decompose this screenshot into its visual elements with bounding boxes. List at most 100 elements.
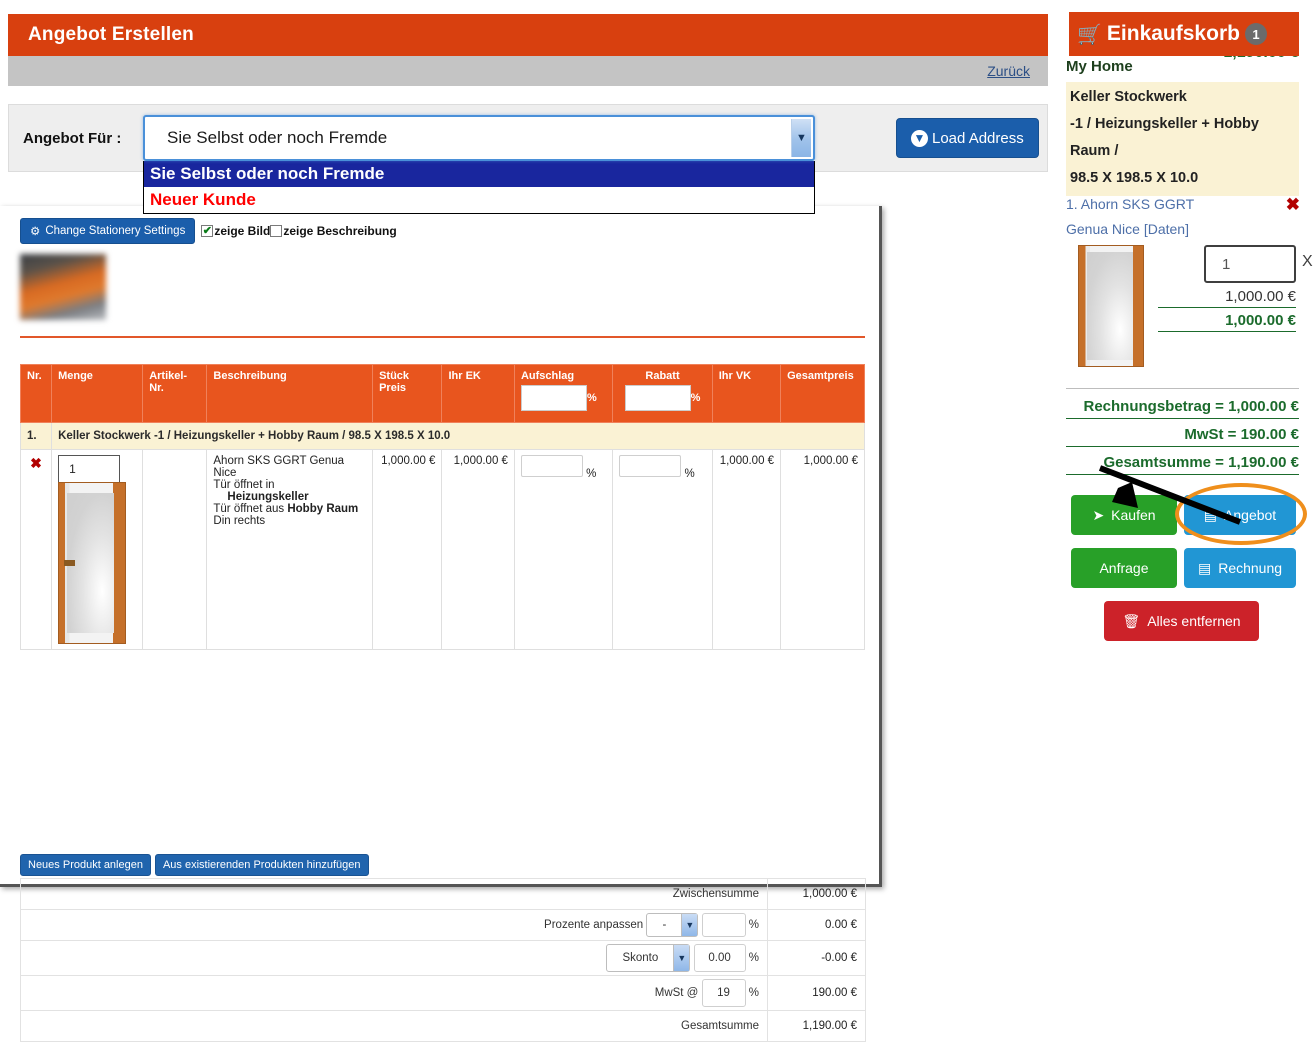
- percent-sign: %: [586, 468, 597, 480]
- chevron-down-icon[interactable]: ▼: [791, 119, 811, 157]
- header-aufschlag-input[interactable]: [520, 385, 587, 411]
- invoice-button-label: Rechnung: [1218, 560, 1283, 576]
- recipient-label: Angebot Für :: [23, 129, 122, 147]
- line-items-table: Nr. Menge Artikel-Nr. Beschreibung Stück…: [19, 364, 865, 650]
- summary-table: Zwischensumme 1,000.00 € Prozente anpass…: [20, 878, 866, 1042]
- percent-adjust-select[interactable]: - ▼: [646, 913, 699, 937]
- row-aufschlag-input[interactable]: [520, 455, 583, 477]
- summary-row-skonto: Skonto ▼ 0.00 % -0.00 €: [20, 940, 866, 976]
- cart-net-total: Rechnungsbetrag = 1,000.00 €: [1066, 398, 1299, 419]
- product-action-buttons: Neues Produkt anlegen Aus existierenden …: [20, 854, 369, 876]
- col-rabatt: Rabatt %: [612, 364, 713, 423]
- show-image-checkbox[interactable]: ✔ zeige Bild: [201, 224, 270, 238]
- document-preview-panel: ⚙ Change Stationery Settings ✔ zeige Bil…: [0, 206, 882, 1042]
- cart-item-line-total: 1,000.00 €: [1158, 312, 1296, 332]
- quote-button[interactable]: ▤ Angebot: [1184, 495, 1296, 535]
- change-stationery-settings-button[interactable]: ⚙ Change Stationery Settings: [20, 218, 196, 244]
- inquiry-button[interactable]: Anfrage: [1071, 548, 1177, 588]
- recipient-select-wrapper: Sie Selbst oder noch Fremde ▼ Sie Selbst…: [143, 115, 815, 214]
- percent-sign: %: [690, 391, 701, 404]
- main-content-column: Angebot Erstellen Zurück Angebot Für : S…: [0, 0, 1055, 1042]
- summary-row-total: Gesamtsumme 1,190.00 €: [20, 1010, 866, 1042]
- show-image-label: zeige Bild: [214, 224, 271, 238]
- col-ihr-ek: Ihr EK: [441, 364, 515, 423]
- menge-input[interactable]: 1: [58, 455, 121, 483]
- add-existing-product-button[interactable]: Aus existierenden Produkten hinzufügen: [154, 854, 369, 876]
- recipient-select[interactable]: Sie Selbst oder noch Fremde ▼: [143, 115, 815, 161]
- desc-line-5: Din rechts: [213, 515, 266, 527]
- chevron-down-icon: ▼: [673, 945, 690, 971]
- trash-icon: 🗑: [1122, 612, 1141, 629]
- change-stationery-settings-label: Change Stationery Settings: [45, 225, 186, 237]
- clear-all-button[interactable]: 🗑 Alles entfernen: [1104, 601, 1259, 641]
- col-stueck-preis-l2: Preis: [379, 382, 406, 394]
- document-lines-icon: ▤: [1203, 506, 1218, 523]
- cart-item-unit-price: 1,000.00 €: [1158, 288, 1296, 308]
- desc-line-4: Tür öffnet aus Hobby Raum: [213, 503, 366, 515]
- percent-adjust-input[interactable]: [701, 913, 746, 937]
- company-logo: [20, 254, 106, 320]
- checkbox-checked-icon: ✔: [201, 224, 214, 237]
- summary-row-vat: MwSt @ 19 % 190.00 €: [20, 975, 866, 1011]
- col-beschreibung: Beschreibung: [206, 364, 374, 423]
- option-neuer-kunde[interactable]: Neuer Kunde: [144, 187, 814, 213]
- percent-sign: %: [586, 391, 597, 404]
- cart-location-box: Keller Stockwerk -1 / Heizungskeller + H…: [1066, 82, 1299, 196]
- skonto-select-value: Skonto: [622, 952, 659, 964]
- show-description-checkbox[interactable]: zeige Beschreibung: [270, 224, 397, 238]
- shopping-cart-sidebar: 1,190.00 € 🛒 Einkaufskorb 1 My Home Kell…: [1062, 0, 1313, 887]
- summary-row-subtotal: Zwischensumme 1,000.00 €: [20, 878, 866, 910]
- header-rabatt-input[interactable]: [624, 385, 691, 411]
- cart-item-qty-input[interactable]: 1: [1204, 245, 1296, 283]
- back-link[interactable]: Zurück: [987, 63, 1030, 79]
- col-rabatt-label: Rabatt: [645, 370, 680, 382]
- cell-aufschlag: %: [513, 449, 614, 650]
- cell-gesamtpreis: 1,000.00 €: [780, 449, 865, 650]
- show-description-label: zeige Beschreibung: [283, 224, 397, 238]
- quote-button-label: Angebot: [1224, 507, 1277, 523]
- chevron-down-icon: ▼: [681, 914, 698, 936]
- cell-menge: 1: [51, 449, 144, 650]
- cart-item-title[interactable]: 1. Ahorn SKS GGRT Genua Nice [Daten]: [1066, 192, 1266, 242]
- invoice-button[interactable]: ▤ Rechnung: [1184, 548, 1296, 588]
- cart-item-thumbnail: [1078, 245, 1144, 367]
- col-artikel-nr: Artikel-Nr.: [142, 364, 208, 423]
- clear-all-label: Alles entfernen: [1147, 613, 1241, 629]
- divider: [20, 336, 865, 338]
- table-header-row: Nr. Menge Artikel-Nr. Beschreibung Stück…: [19, 364, 865, 423]
- skonto-input[interactable]: 0.00: [693, 944, 746, 972]
- subtotal-label: Zwischensumme: [20, 878, 768, 910]
- recipient-select-options[interactable]: Sie Selbst oder noch Fremde Neuer Kunde: [143, 161, 815, 214]
- inquiry-button-label: Anfrage: [1099, 560, 1149, 576]
- cell-stueck-preis: 1,000.00 €: [372, 449, 443, 650]
- percent-sign: %: [748, 952, 759, 965]
- vat-input[interactable]: 19: [701, 979, 746, 1007]
- row-rabatt-input[interactable]: [619, 455, 682, 477]
- page-title: Angebot Erstellen: [8, 14, 1048, 56]
- gear-icon: ⚙: [30, 226, 41, 238]
- cart-location-line-2: -1 / Heizungskeller + Hobby: [1070, 116, 1259, 132]
- cart-header: 🛒 Einkaufskorb 1: [1069, 12, 1299, 56]
- skonto-cell: Skonto ▼ 0.00 %: [20, 940, 768, 976]
- delete-row-icon[interactable]: ✖: [30, 455, 42, 471]
- multiply-sign: X: [1302, 253, 1313, 270]
- cell-ihr-vk: 1,000.00 €: [711, 449, 782, 650]
- col-stueck-preis-l1: Stück: [379, 370, 410, 382]
- load-address-button[interactable]: ▼ Load Address: [896, 118, 1039, 158]
- percent-adjust-label: Prozente anpassen: [544, 919, 644, 932]
- new-product-button[interactable]: Neues Produkt anlegen: [20, 854, 151, 876]
- option-sie-selbst[interactable]: Sie Selbst oder noch Fremde: [144, 161, 814, 187]
- cart-item-remove-icon[interactable]: ✖: [1286, 195, 1300, 215]
- cart-location-line-3: Raum /: [1070, 143, 1119, 159]
- col-aufschlag-label: Aufschlag: [520, 370, 575, 382]
- display-options: ✔ zeige Bild zeige Beschreibung: [201, 224, 397, 238]
- cell-beschreibung: Ahorn SKS GGRT Genua Nice Tür öffnet in …: [206, 449, 374, 650]
- col-menge: Menge: [51, 364, 144, 423]
- cell-ihr-ek: 1,000.00 €: [441, 449, 515, 650]
- recipient-select-value: Sie Selbst oder noch Fremde: [167, 128, 388, 147]
- cart-title: Einkaufskorb: [1106, 22, 1240, 45]
- buy-button[interactable]: ➤ Kaufen: [1071, 495, 1177, 535]
- desc-line-1: Ahorn SKS GGRT Genua Nice: [213, 455, 345, 479]
- skonto-select[interactable]: Skonto ▼: [606, 944, 691, 972]
- desc-line-2: Tür öffnet in: [213, 479, 275, 491]
